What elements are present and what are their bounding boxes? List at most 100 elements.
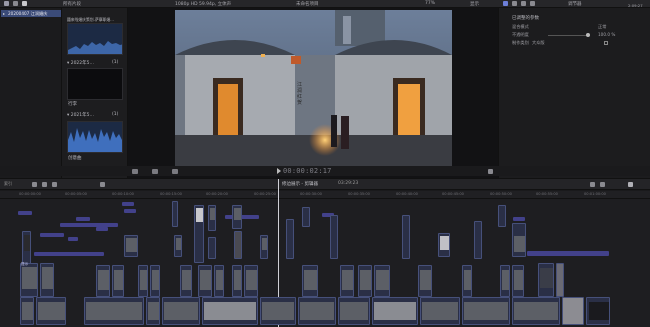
video-clip[interactable] — [302, 265, 318, 297]
fullscreen-icon[interactable] — [488, 169, 493, 174]
video-clip[interactable] — [208, 237, 216, 259]
video-clip[interactable] — [462, 265, 472, 297]
blend-mode-value[interactable]: 正常 — [598, 24, 606, 30]
timeline-tracks[interactable]: 提示 — [0, 179, 650, 327]
video-clip[interactable] — [96, 265, 110, 297]
video-clip[interactable] — [202, 297, 258, 325]
photos-icon[interactable] — [13, 1, 18, 6]
effects-icon[interactable] — [628, 182, 633, 187]
index-button[interactable]: 索引 — [4, 181, 12, 187]
zoom-level[interactable]: 77% — [425, 1, 435, 6]
video-clip[interactable] — [338, 297, 370, 325]
play-icon[interactable] — [277, 168, 281, 174]
video-clip[interactable] — [462, 297, 510, 325]
collection-label[interactable]: ▾ 2022年5… — [67, 60, 94, 66]
title-clip[interactable] — [513, 217, 525, 221]
video-clip[interactable] — [438, 233, 450, 257]
video-clip[interactable] — [286, 219, 294, 259]
video-clip[interactable] — [512, 223, 526, 257]
audio-icon[interactable] — [590, 182, 595, 187]
title-clip[interactable] — [96, 227, 108, 231]
video-clip[interactable] — [340, 265, 354, 297]
title-clip[interactable] — [76, 217, 90, 221]
video-clip[interactable] — [234, 231, 242, 259]
crop-icon[interactable] — [132, 169, 138, 174]
video-clip[interactable] — [420, 297, 460, 325]
opacity-value[interactable]: 100.0 % — [598, 32, 615, 37]
view-menu[interactable]: 显示 — [470, 1, 479, 7]
video-clip[interactable] — [36, 297, 66, 325]
video-clip[interactable] — [512, 265, 524, 297]
clip-thumbnail[interactable] — [67, 68, 123, 100]
video-clip[interactable] — [208, 205, 216, 231]
inspector-row-category[interactable]: 制作类别 大众版 — [500, 40, 648, 47]
video-clip[interactable] — [180, 265, 192, 297]
transform-icon[interactable] — [152, 169, 158, 174]
video-clip[interactable] — [562, 297, 584, 325]
zoom-icon[interactable] — [600, 182, 605, 187]
video-clip[interactable] — [538, 263, 554, 297]
video-clip[interactable] — [498, 205, 506, 227]
library-tab[interactable]: 所有片段 — [63, 1, 81, 7]
title-clip[interactable] — [527, 251, 609, 256]
titles-icon[interactable] — [22, 1, 27, 6]
video-clip[interactable] — [112, 265, 124, 297]
inspector-icon[interactable] — [503, 1, 508, 6]
select-tool-icon[interactable] — [100, 182, 105, 187]
checkbox[interactable] — [604, 41, 608, 45]
info-icon[interactable] — [530, 1, 535, 6]
title-clip[interactable] — [122, 202, 134, 206]
collection-label[interactable]: ▾ 2021年5… — [67, 112, 94, 118]
video-clip[interactable] — [556, 263, 564, 297]
opacity-slider-knob[interactable] — [586, 33, 590, 37]
title-clip[interactable] — [34, 252, 104, 256]
video-clip[interactable] — [586, 297, 610, 325]
video-clip[interactable] — [162, 297, 200, 325]
video-clip[interactable] — [150, 265, 160, 297]
title-clip[interactable] — [124, 209, 136, 213]
video-clip[interactable] — [374, 265, 390, 297]
video-clip[interactable] — [298, 297, 336, 325]
libraries-icon[interactable] — [4, 1, 9, 6]
title-clip[interactable] — [18, 211, 32, 215]
video-clip[interactable] — [232, 265, 242, 297]
timeline-ruler[interactable]: 00:00:00:00 00:00:05:00 00:00:10:00 00:0… — [0, 191, 650, 199]
video-clip[interactable] — [138, 265, 148, 297]
audio-thumbnail[interactable] — [67, 121, 123, 153]
viewer-frame[interactable]: 江 润 红 贺 — [175, 10, 452, 166]
overwrite-icon[interactable] — [52, 182, 57, 187]
video-clip[interactable] — [418, 265, 432, 297]
video-clip[interactable] — [20, 297, 34, 325]
video-clip[interactable] — [512, 297, 560, 325]
video-clip[interactable] — [214, 265, 224, 297]
audio-thumbnail[interactable] — [67, 23, 123, 55]
sidebar-item-event[interactable]: ▸ 20200407 江润婚庆 — [1, 10, 61, 17]
video-clip[interactable] — [500, 265, 510, 297]
inspector-tab[interactable]: 调节器 — [568, 1, 582, 7]
video-clip[interactable] — [198, 265, 212, 297]
video-clip[interactable] — [232, 205, 242, 229]
title-clip[interactable] — [225, 215, 259, 219]
video-clip[interactable] — [20, 263, 38, 297]
video-clip[interactable] — [402, 215, 410, 259]
video-clip[interactable] — [172, 201, 178, 227]
video-clip[interactable] — [260, 297, 296, 325]
video-clip[interactable] — [372, 297, 418, 325]
append-icon[interactable] — [42, 182, 47, 187]
video-clip[interactable] — [84, 297, 144, 325]
video-clip[interactable] — [194, 205, 204, 263]
title-clip[interactable] — [60, 223, 118, 227]
video-clip[interactable] — [260, 235, 268, 259]
clip-tool-icon[interactable] — [32, 182, 37, 187]
share-icon[interactable] — [521, 1, 526, 6]
video-clip[interactable] — [40, 263, 54, 297]
inspector-row-opacity[interactable]: 不透明度 100.0 % — [500, 32, 648, 39]
video-clip[interactable] — [330, 215, 338, 259]
speed-icon[interactable] — [172, 169, 178, 174]
video-clip[interactable] — [474, 221, 482, 259]
video-clip[interactable] — [146, 297, 160, 325]
video-clip[interactable] — [174, 235, 182, 257]
opacity-slider[interactable] — [548, 35, 588, 36]
video-clip[interactable] — [124, 235, 138, 257]
video-clip[interactable] — [358, 265, 372, 297]
